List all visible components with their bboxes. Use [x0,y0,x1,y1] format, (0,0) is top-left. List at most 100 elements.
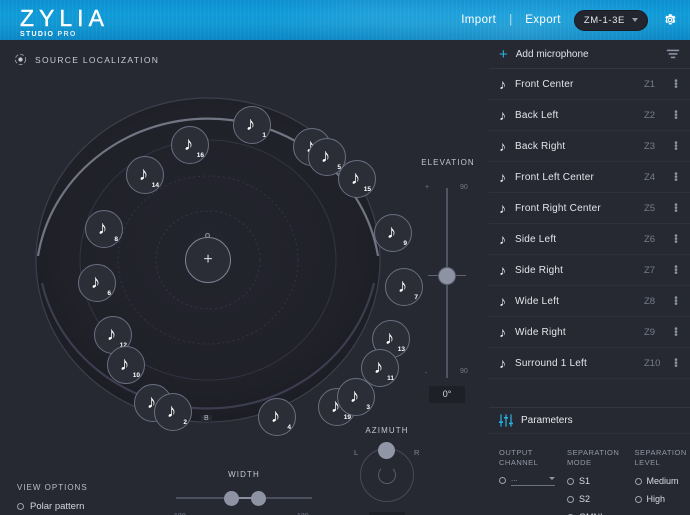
microphone-channel-id: Z3 [644,140,656,152]
elevation-slider-knob[interactable] [439,268,455,284]
filter-icon[interactable] [666,49,680,59]
source-node-number: 3 [366,404,370,411]
separation-level-option-high[interactable]: High [634,494,690,504]
source-node[interactable]: ♪ 4 [258,398,296,436]
microphone-name: Wide Right [515,326,566,338]
radio-icon [634,495,642,503]
microphone-row[interactable]: ♪ Side Right Z7 • • • [489,255,690,286]
center-rotation-dot[interactable] [205,233,210,238]
header-separator: | [509,14,513,26]
microphone-channel-id: Z5 [644,202,656,214]
music-note-icon: ♪ [499,355,506,371]
width-control: WIDTH 180 180 20° [174,470,312,515]
microphone-row[interactable]: ♪ Back Left Z2 • • • [489,100,690,131]
device-model-dropdown[interactable]: ZM-1-3E [573,9,648,31]
azimuth-right-label: R [414,448,420,457]
view-option-polar-pattern[interactable]: Polar pattern [17,501,88,512]
music-note-icon: ♪ [350,168,361,189]
chevron-down-icon [549,477,555,480]
more-options-icon[interactable]: • • • [670,262,682,278]
azimuth-dial-knob[interactable] [378,442,395,459]
source-localization-header: SOURCE LOCALIZATION [14,53,159,66]
music-note-icon: ♪ [499,200,506,216]
more-options-icon[interactable]: • • • [670,107,682,123]
separation-mode-label: S2 [579,494,591,504]
more-options-icon[interactable]: • • • [670,138,682,154]
more-options-icon[interactable]: • • • [670,355,682,371]
source-node[interactable]: ♪ 14 [126,156,164,194]
azimuth-left-label: L [354,448,359,457]
music-note-icon: ♪ [166,401,177,422]
plus-icon: + [203,251,213,268]
separation-level-title-line2: LEVEL [634,458,661,467]
source-node[interactable]: ♪ 10 [107,346,145,384]
device-model-value: ZM-1-3E [583,14,625,26]
microphone-name: Front Right Center [515,202,601,214]
microphone-row[interactable]: ♪ Front Center Z1 • • • [489,69,690,100]
elevation-control: ELEVATION + 90 - 90 0° [412,158,484,408]
chevron-down-icon [632,18,638,22]
music-note-icon: ♪ [90,272,101,293]
microphone-row[interactable]: ♪ Surround 1 Left Z10 • • • [489,348,690,379]
microphone-name: Side Left [515,233,557,245]
source-node[interactable]: ♪ 9 [374,214,412,252]
more-options-icon[interactable]: • • • [670,293,682,309]
separation-level-group: SEPARATION LEVEL Medium High [634,448,690,515]
output-channel-dropdown[interactable]: ... [511,474,555,486]
source-node-number: 11 [387,375,394,382]
music-note-icon: ♪ [373,357,384,378]
more-options-icon[interactable]: • • • [670,76,682,92]
microphone-row[interactable]: ♪ Back Right Z3 • • • [489,131,690,162]
elevation-value-field[interactable]: 0° [429,386,465,403]
center-source-handle[interactable]: + [185,237,231,283]
microphone-name: Back Right [515,140,566,152]
import-button[interactable]: Import [458,12,499,28]
more-options-icon[interactable]: • • • [670,231,682,247]
source-node-number: 2 [183,419,187,426]
source-node[interactable]: ♪ 8 [85,210,123,248]
source-node[interactable]: ♪ 16 [171,126,209,164]
music-note-icon: ♪ [397,276,408,297]
microphone-row[interactable]: ♪ Front Left Center Z4 • • • [489,162,690,193]
music-note-icon: ♪ [270,406,281,427]
width-slider-knob-right[interactable] [251,491,266,506]
radio-icon [17,503,24,510]
source-node[interactable]: ♪ 3 [337,378,375,416]
target-icon [14,53,27,66]
logo-wordmark: ZYLIA [20,5,109,31]
microphone-row[interactable]: ♪ Side Left Z6 • • • [489,224,690,255]
elevation-max-label: 90 [460,184,468,191]
more-options-icon[interactable]: • • • [670,169,682,185]
source-node[interactable]: ♪ 2 [154,393,192,431]
app-header: ZYLIA STUDIO PRO Import | Export ZM-1-3E [0,0,690,40]
microphone-row[interactable]: ♪ Front Right Center Z5 • • • [489,193,690,224]
export-button[interactable]: Export [522,12,564,28]
add-microphone-button[interactable]: + Add microphone [489,40,690,69]
music-note-icon: ♪ [499,262,506,278]
source-node[interactable]: ♪ 1 [233,106,271,144]
separation-mode-option-s1[interactable]: S1 [567,476,623,486]
music-note-icon: ♪ [384,328,395,349]
gear-icon[interactable] [662,12,678,28]
source-node-number: 6 [107,290,111,297]
width-slider-knob-left[interactable] [224,491,239,506]
source-node[interactable]: ♪ 6 [78,264,116,302]
more-options-icon[interactable]: • • • [670,200,682,216]
microphone-name: Wide Left [515,295,560,307]
microphone-row[interactable]: ♪ Wide Left Z8 • • • [489,286,690,317]
music-note-icon: ♪ [499,76,506,92]
separation-mode-option-s2[interactable]: S2 [567,494,623,504]
separation-mode-title-line1: SEPARATION [567,448,620,457]
music-note-icon: ♪ [499,324,506,340]
separation-mode-group: SEPARATION MODE S1 S2 OMNI [567,448,623,515]
radio-icon [567,495,574,503]
music-note-icon: ♪ [106,324,117,345]
source-node[interactable]: ♪ 15 [338,160,376,198]
music-note-icon: ♪ [386,222,397,243]
separation-level-option-medium[interactable]: Medium [634,476,690,486]
microphone-row[interactable]: ♪ Wide Right Z9 • • • [489,317,690,348]
more-options-icon[interactable]: • • • [670,324,682,340]
localization-visualization[interactable]: ♪1♪16♪17♪5♪15♪14♪8♪6♪9♪7♪12♪10♪13♪11♪18♪… [8,88,423,436]
separation-mode-title-line2: MODE [567,458,592,467]
output-channel-row[interactable]: ... [499,474,555,486]
